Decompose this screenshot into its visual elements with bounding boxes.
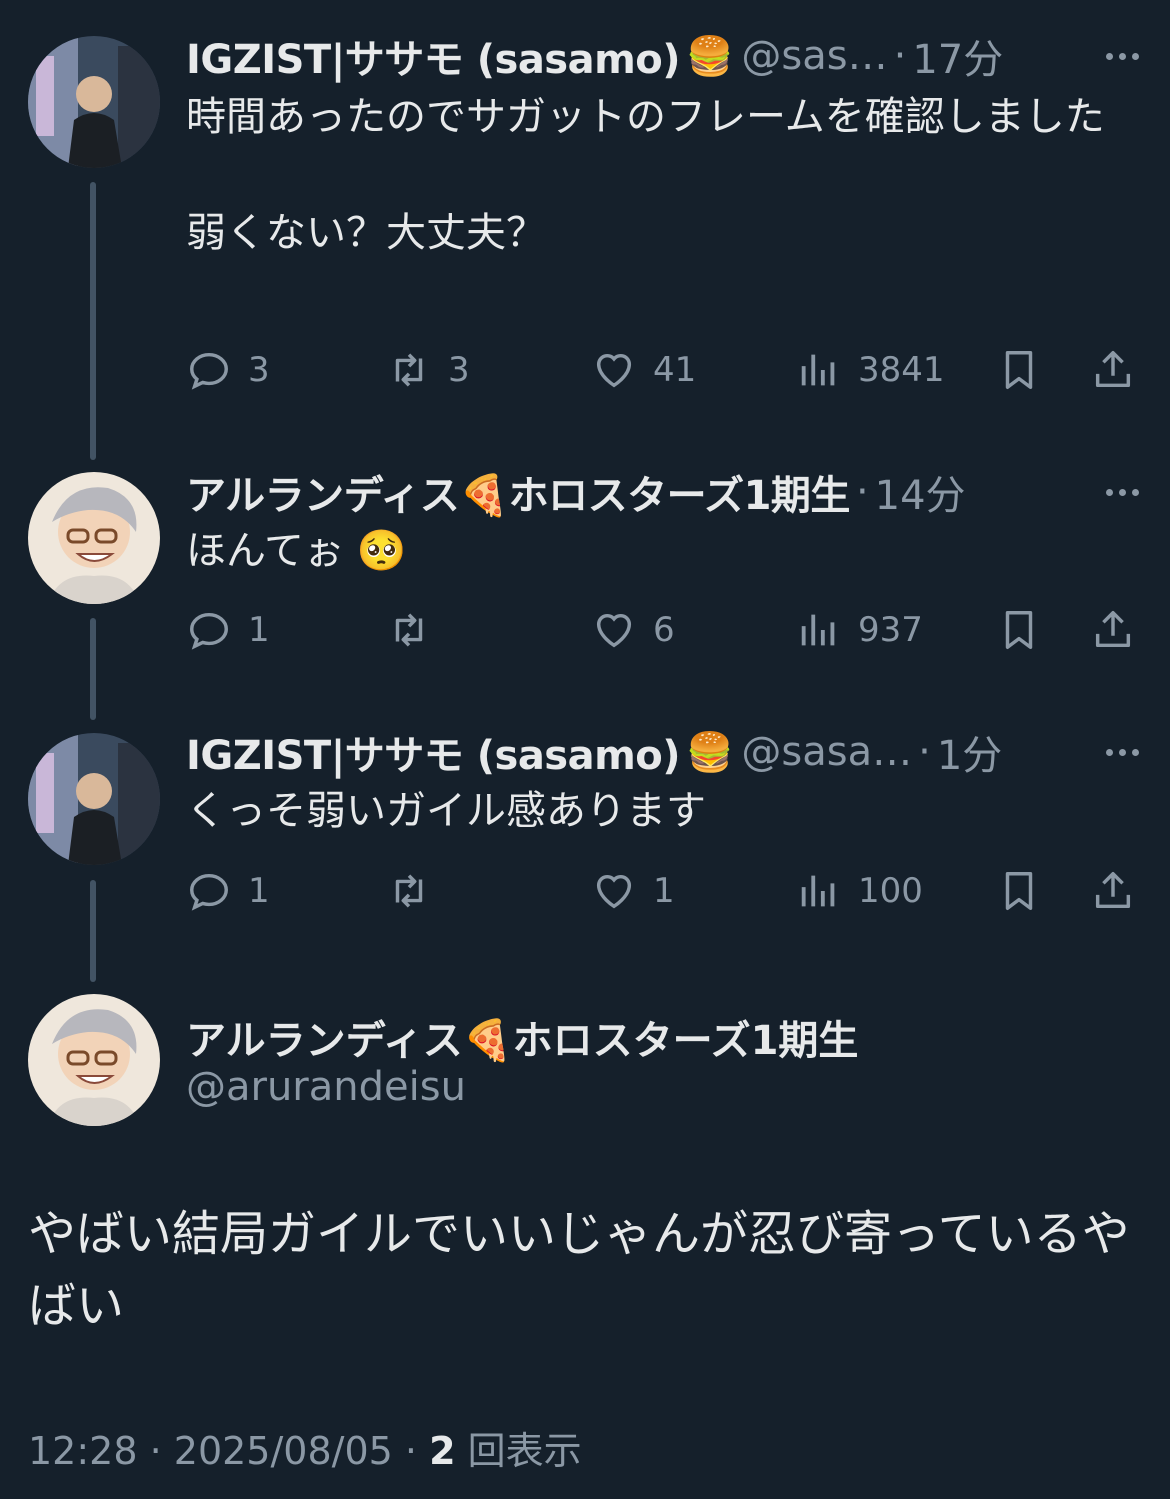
views-icon [801, 354, 835, 386]
separator-dot: · [855, 469, 869, 515]
timestamp[interactable]: 17分 [912, 27, 1003, 85]
separator-dot: · [918, 729, 931, 775]
views-icon [801, 875, 835, 907]
timestamp[interactable]: 14分 [875, 463, 966, 521]
share-icon [1095, 611, 1131, 648]
separator-dot: · [893, 33, 907, 79]
author-name[interactable]: アルランディス🍕ホロスターズ1期生 [186, 463, 850, 521]
view-count: 3841 [858, 350, 945, 390]
share-button[interactable] [1090, 861, 1136, 921]
author-handle[interactable]: @arurandeisu [186, 1064, 466, 1110]
share-icon [1095, 872, 1131, 909]
reply-icon [190, 352, 228, 390]
tweet-text: ほんてぉ 🥺 [186, 528, 407, 574]
view-count: 2 [429, 1429, 456, 1473]
reply-count: 3 [248, 350, 270, 390]
views-button[interactable]: 100 [796, 861, 923, 921]
avatar[interactable] [28, 733, 160, 865]
retweet-count: 3 [448, 350, 470, 390]
more-icon[interactable] [1092, 36, 1152, 76]
separator-dot: · [404, 1429, 430, 1473]
bookmark-button[interactable] [996, 861, 1042, 921]
like-count: 1 [653, 871, 675, 911]
retweet-button[interactable]: 3 [386, 340, 470, 400]
action-bar: 1 6 937 [186, 600, 1146, 660]
retweet-button[interactable] [386, 861, 432, 921]
view-label: 回表示 [467, 1429, 582, 1473]
bookmark-icon [1005, 611, 1033, 649]
thread-line [90, 880, 96, 982]
tweet-time[interactable]: 12:28 [28, 1429, 138, 1473]
author-name[interactable]: アルランディス🍕ホロスターズ1期生 [186, 1008, 858, 1066]
thread-line [90, 618, 96, 720]
tweet-text: 時間あったのでサガットのフレームを確認しました 弱くない？大丈夫？ [186, 94, 1105, 256]
like-icon [596, 874, 632, 909]
bookmark-icon [1005, 872, 1033, 910]
tweet-text: やばい結局ガイルでいいじゃんが忍び寄っているやばい [28, 1206, 1130, 1334]
reply-button[interactable]: 1 [186, 861, 270, 921]
view-count: 937 [858, 610, 923, 650]
like-count: 41 [653, 350, 697, 390]
timestamp[interactable]: 1分 [937, 723, 1002, 781]
author-name[interactable]: IGZIST|ササモ (sasamo) [186, 27, 681, 85]
tweet-meta: 12:28 · 2025/08/05 · 2 回表示 [28, 1420, 582, 1475]
separator-dot: · [149, 1429, 174, 1473]
reply-count: 1 [248, 871, 270, 911]
author-emoji: 🍔 [686, 729, 734, 774]
like-icon [596, 353, 632, 388]
reply-count: 1 [248, 610, 270, 650]
action-bar: 1 1 100 [186, 861, 1146, 921]
reply-icon [190, 873, 228, 911]
like-icon [596, 613, 632, 648]
retweet-icon [395, 613, 423, 647]
share-icon [1095, 351, 1131, 388]
action-bar: 3 3 41 3841 [186, 340, 1146, 400]
like-button[interactable]: 41 [591, 340, 696, 400]
bookmark-button[interactable] [996, 600, 1042, 660]
more-icon[interactable] [1092, 472, 1152, 512]
views-icon [801, 614, 835, 646]
tweet-date[interactable]: 2025/08/05 [174, 1429, 393, 1473]
views-button[interactable]: 937 [796, 600, 923, 660]
share-button[interactable] [1090, 600, 1136, 660]
retweet-icon [395, 353, 423, 387]
author-emoji: 🍔 [686, 33, 734, 78]
bookmark-button[interactable] [996, 340, 1042, 400]
share-button[interactable] [1090, 340, 1136, 400]
avatar[interactable] [28, 472, 160, 604]
view-count: 100 [858, 871, 923, 911]
tweet-text: くっそ弱いガイル感あります [186, 788, 706, 834]
more-icon[interactable] [1092, 732, 1152, 772]
author-name[interactable]: IGZIST|ササモ (sasamo) [186, 723, 681, 781]
avatar[interactable] [28, 36, 160, 168]
author-handle[interactable]: @sas… [741, 33, 887, 79]
reply-icon [190, 612, 228, 650]
views-button[interactable]: 3841 [796, 340, 945, 400]
bookmark-icon [1005, 351, 1033, 389]
thread-line [90, 182, 96, 460]
like-button[interactable]: 6 [591, 600, 675, 660]
like-button[interactable]: 1 [591, 861, 675, 921]
reply-button[interactable]: 1 [186, 600, 270, 660]
retweet-button[interactable] [386, 600, 432, 660]
avatar[interactable] [28, 994, 160, 1126]
reply-button[interactable]: 3 [186, 340, 270, 400]
author-handle[interactable]: @sasa… [741, 729, 912, 775]
retweet-icon [395, 874, 423, 908]
like-count: 6 [653, 610, 675, 650]
